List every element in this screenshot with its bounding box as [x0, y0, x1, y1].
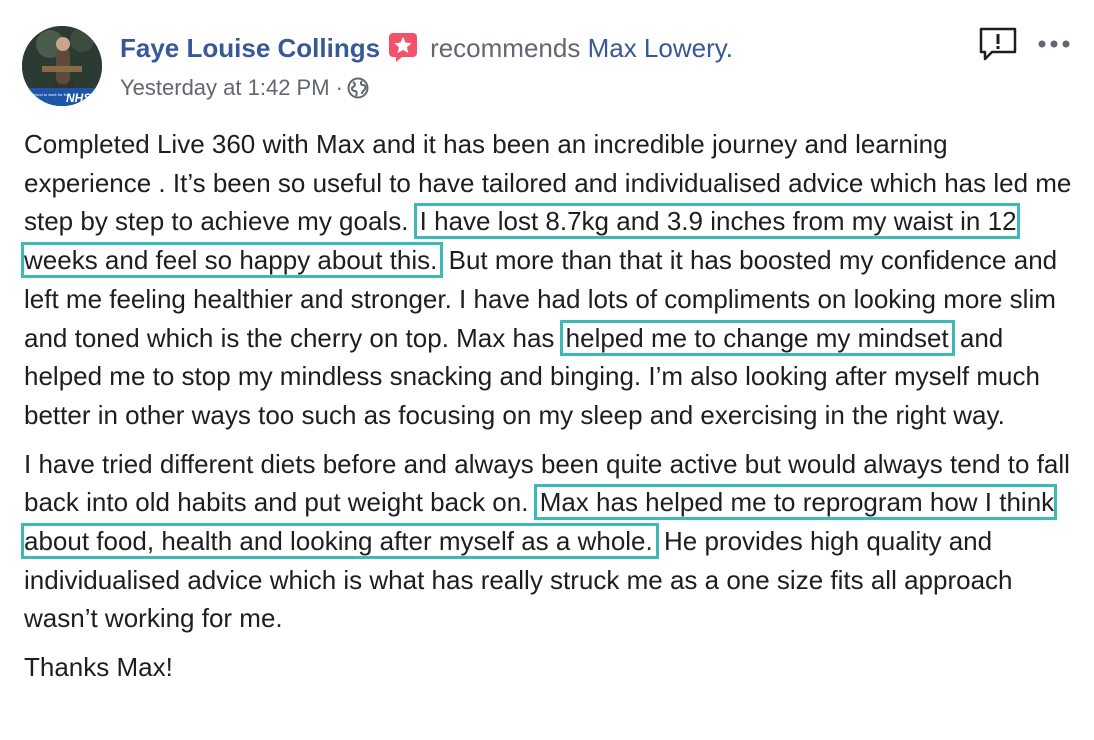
- timestamp[interactable]: Yesterday at 1:42 PM: [120, 75, 330, 100]
- globe-icon: [347, 77, 369, 99]
- post-paragraph-3: Thanks Max!: [24, 652, 173, 683]
- avatar-badge-text: NHS: [66, 91, 91, 105]
- author-name[interactable]: Faye Louise Collings: [120, 33, 380, 63]
- post-header: Proud to work for the NHS Faye Louise Co…: [22, 26, 1074, 106]
- recommends-verb: recommends: [430, 33, 581, 63]
- highlighted-text: helped me to change my mindset: [559, 319, 955, 356]
- meta-separator: ·: [335, 75, 343, 100]
- avatar[interactable]: Proud to work for the NHS: [22, 26, 102, 106]
- post-body: Completed Live 360 with Max and it has b…: [20, 125, 1074, 697]
- star-badge-icon: [388, 32, 418, 62]
- more-icon[interactable]: [1034, 30, 1074, 58]
- post-meta: Yesterday at 1:42 PM ·: [120, 74, 369, 102]
- post-title-line: Faye Louise Collings recommends Max Lower…: [120, 32, 733, 64]
- post-paragraph-1: Completed Live 360 with Max and it has b…: [21, 125, 1074, 435]
- avatar-badge-small-text: Proud to work for the: [32, 92, 70, 97]
- recommended-page-link[interactable]: Max Lowery.: [588, 33, 733, 63]
- post-paragraph-2: I have tried different diets before and …: [20, 445, 1074, 639]
- report-icon[interactable]: [978, 26, 1018, 62]
